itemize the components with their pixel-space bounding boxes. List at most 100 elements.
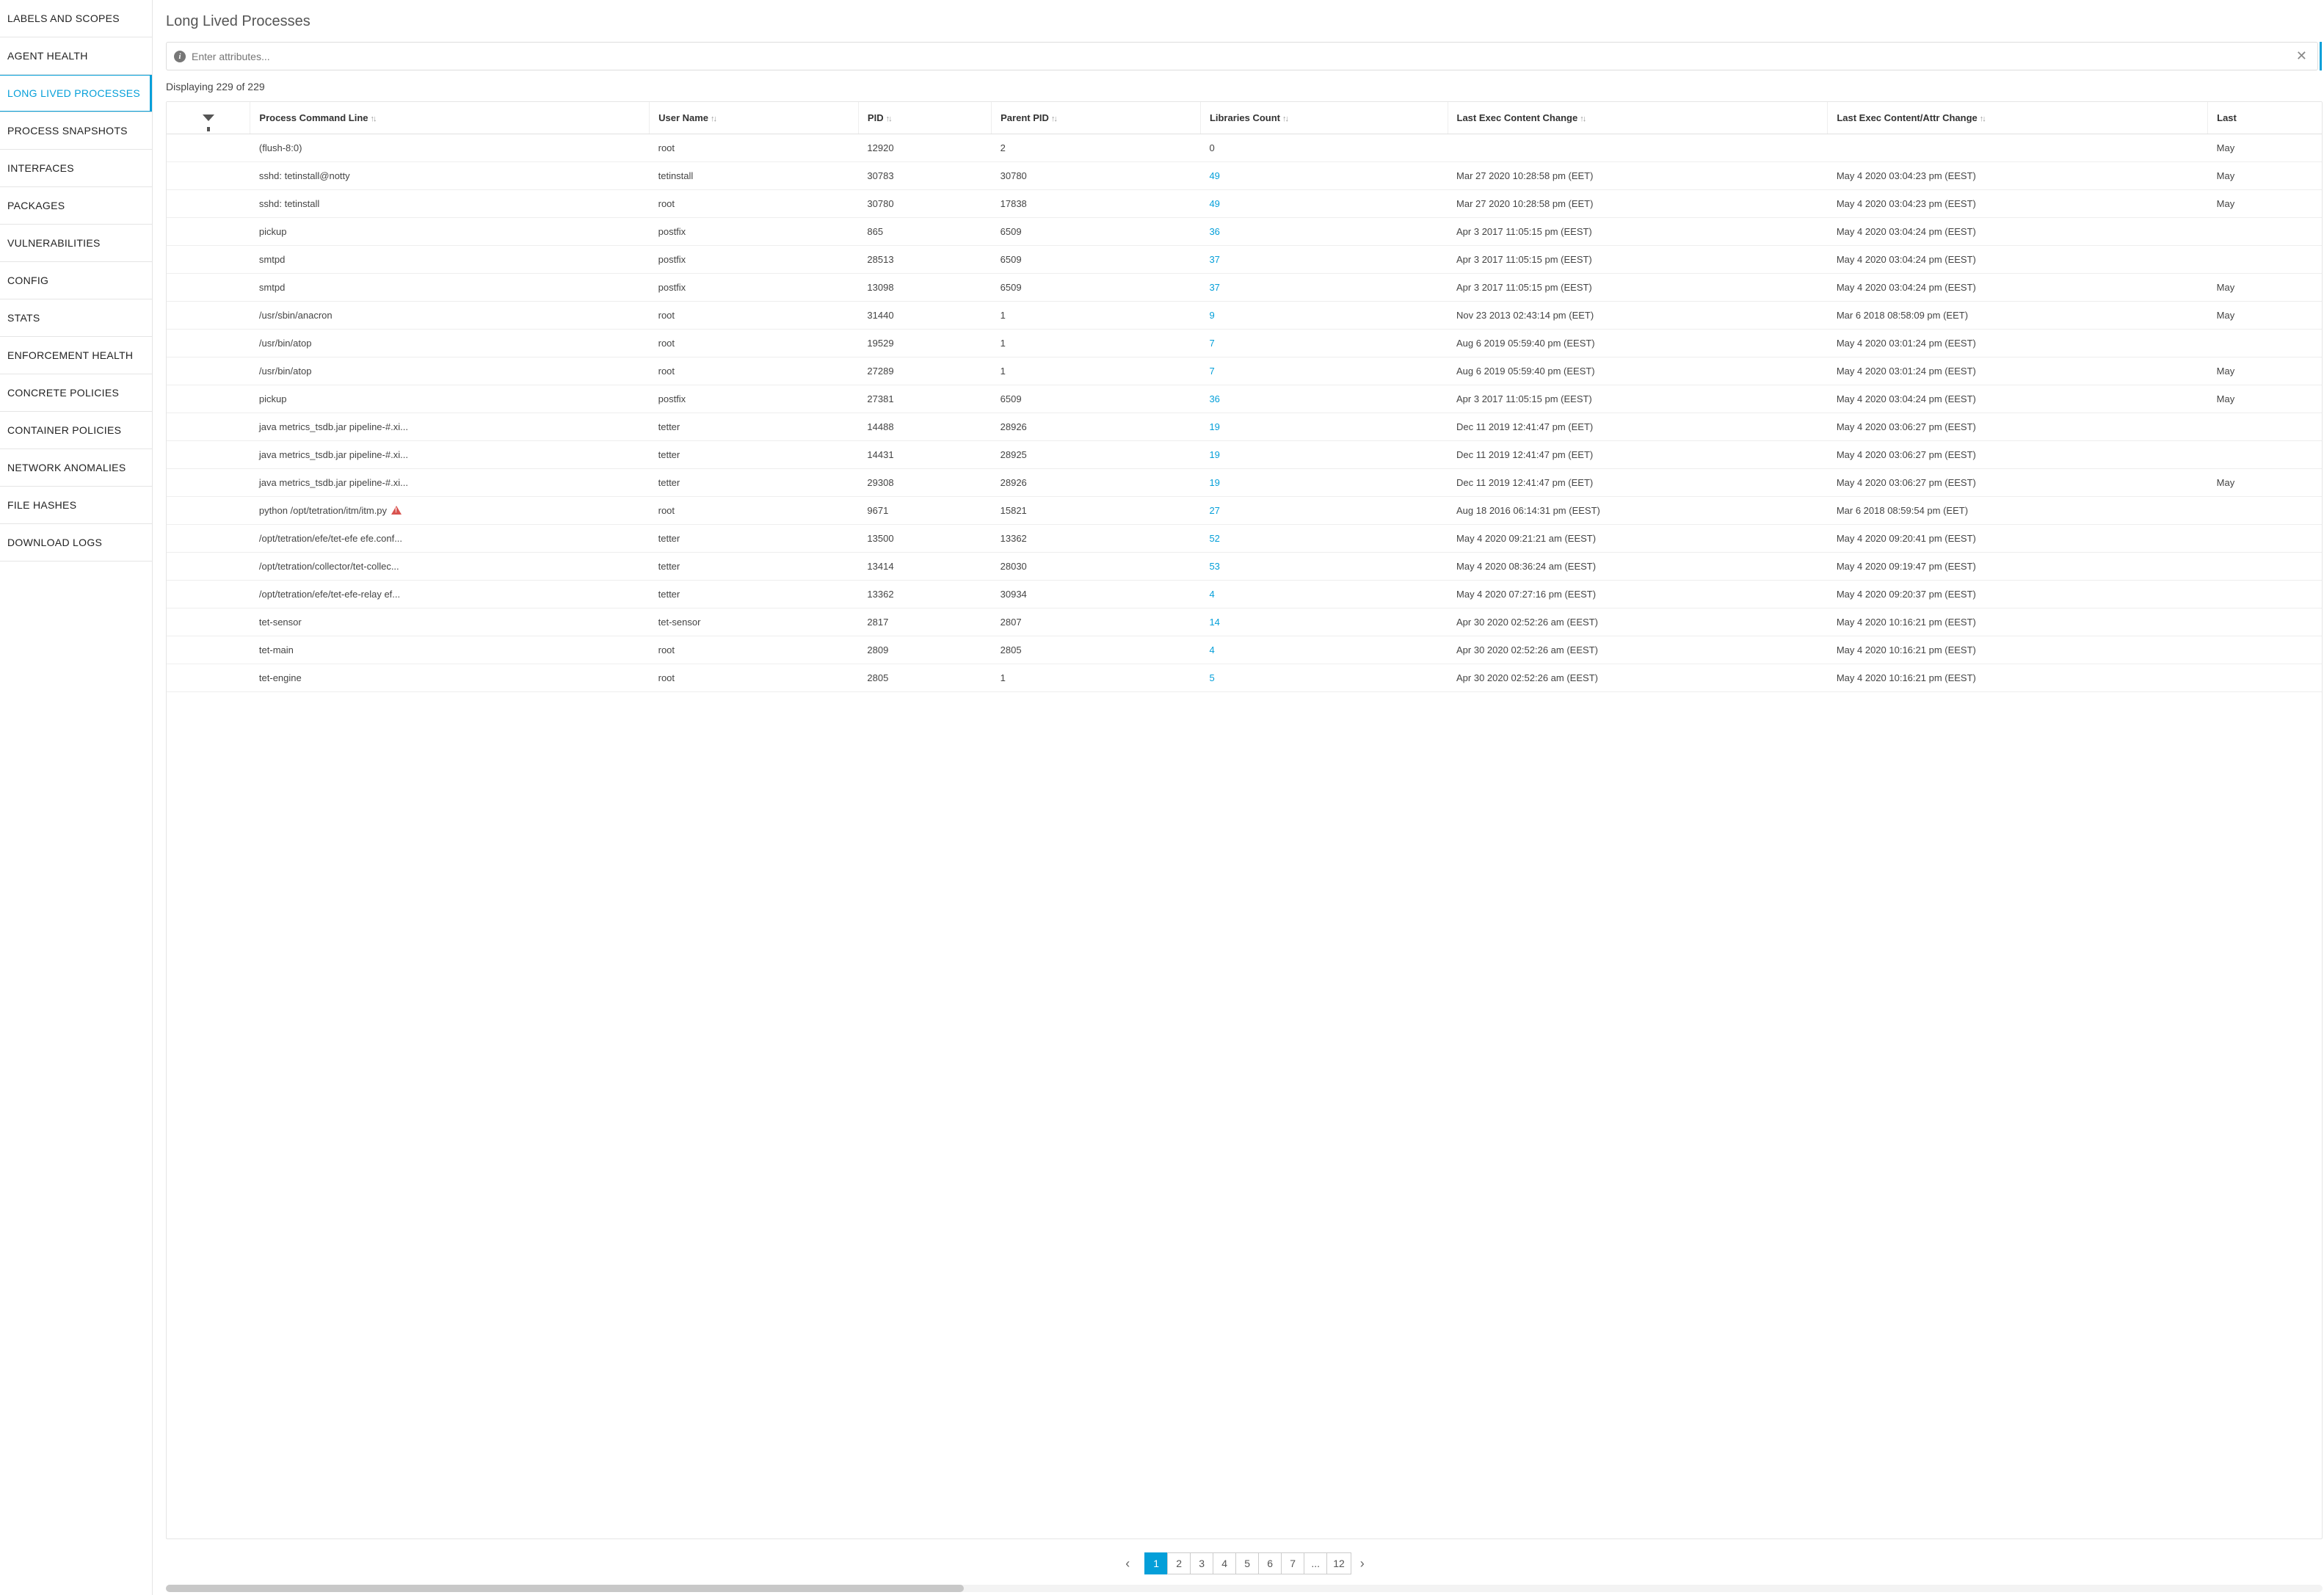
table-row[interactable]: /opt/tetration/collector/tet-collec...te… bbox=[167, 553, 2322, 581]
cell-user: root bbox=[650, 664, 859, 692]
scrollbar-thumb[interactable] bbox=[166, 1585, 964, 1592]
table-row[interactable]: pickuppostfix27381650936Apr 3 2017 11:05… bbox=[167, 385, 2322, 413]
cell-pid: 30783 bbox=[858, 162, 991, 190]
cell-last-exec-content: Apr 3 2017 11:05:15 pm (EEST) bbox=[1448, 218, 1828, 246]
cell-parent-pid: 1 bbox=[992, 330, 1201, 357]
cell-libraries-count[interactable]: 36 bbox=[1200, 218, 1448, 246]
sidebar-item-download-logs[interactable]: DOWNLOAD LOGS bbox=[0, 524, 152, 562]
cell-last-exec-attr: May 4 2020 09:20:37 pm (EEST) bbox=[1828, 581, 2208, 608]
filter-input[interactable] bbox=[192, 51, 2293, 62]
cell-command-line: java metrics_tsdb.jar pipeline-#.xi... bbox=[250, 413, 650, 441]
cell-last-exec-attr: May 4 2020 03:01:24 pm (EEST) bbox=[1828, 357, 2208, 385]
sidebar-item-vulnerabilities[interactable]: VULNERABILITIES bbox=[0, 225, 152, 262]
sidebar-item-labels-and-scopes[interactable]: LABELS AND SCOPES bbox=[0, 0, 152, 37]
next-page-icon[interactable]: › bbox=[1351, 1552, 1373, 1574]
page-button-7[interactable]: 7 bbox=[1281, 1552, 1304, 1574]
cell-libraries-count[interactable]: 37 bbox=[1200, 246, 1448, 274]
cell-parent-pid: 28926 bbox=[992, 469, 1201, 497]
table-row[interactable]: pickuppostfix865650936Apr 3 2017 11:05:1… bbox=[167, 218, 2322, 246]
cell-libraries-count[interactable]: 27 bbox=[1200, 497, 1448, 525]
sidebar-item-stats[interactable]: STATS bbox=[0, 299, 152, 337]
cell-last-exec-content: Dec 11 2019 12:41:47 pm (EET) bbox=[1448, 413, 1828, 441]
sidebar-item-long-lived-processes[interactable]: LONG LIVED PROCESSES bbox=[0, 75, 152, 112]
sidebar-item-packages[interactable]: PACKAGES bbox=[0, 187, 152, 225]
row-filter-cell bbox=[167, 134, 250, 162]
cell-libraries-count[interactable]: 37 bbox=[1200, 274, 1448, 302]
table-row[interactable]: python /opt/tetration/itm/itm.pyroot9671… bbox=[167, 497, 2322, 525]
sidebar-item-container-policies[interactable]: CONTAINER POLICIES bbox=[0, 412, 152, 449]
table-row[interactable]: tet-engineroot280515Apr 30 2020 02:52:26… bbox=[167, 664, 2322, 692]
table-row[interactable]: tet-sensortet-sensor2817280714Apr 30 202… bbox=[167, 608, 2322, 636]
cell-libraries-count[interactable]: 19 bbox=[1200, 413, 1448, 441]
cell-libraries-count[interactable]: 4 bbox=[1200, 636, 1448, 664]
cell-libraries-count[interactable]: 7 bbox=[1200, 330, 1448, 357]
cell-last-truncated: May bbox=[2208, 162, 2322, 190]
cell-libraries-count[interactable]: 49 bbox=[1200, 190, 1448, 218]
table-row[interactable]: /opt/tetration/efe/tet-efe-relay ef...te… bbox=[167, 581, 2322, 608]
cell-parent-pid: 6509 bbox=[992, 246, 1201, 274]
table-row[interactable]: smtpdpostfix13098650937Apr 3 2017 11:05:… bbox=[167, 274, 2322, 302]
horizontal-scrollbar[interactable] bbox=[166, 1585, 2323, 1592]
table-row[interactable]: java metrics_tsdb.jar pipeline-#.xi...te… bbox=[167, 469, 2322, 497]
cell-command-line: smtpd bbox=[250, 246, 650, 274]
table-row[interactable]: java metrics_tsdb.jar pipeline-#.xi...te… bbox=[167, 413, 2322, 441]
col-user-name[interactable]: User Name↑↓ bbox=[650, 102, 859, 134]
table-row[interactable]: sshd: tetinstall@nottytetinstall30783307… bbox=[167, 162, 2322, 190]
cell-command-line: python /opt/tetration/itm/itm.py bbox=[250, 497, 650, 525]
filter-bar[interactable]: i ✕ bbox=[166, 42, 2318, 70]
prev-page-icon[interactable]: ‹ bbox=[1116, 1552, 1139, 1574]
cell-libraries-count[interactable]: 19 bbox=[1200, 469, 1448, 497]
table-row[interactable]: /usr/sbin/anacronroot3144019Nov 23 2013 … bbox=[167, 302, 2322, 330]
col-last-exec-attr[interactable]: Last Exec Content/Attr Change↑↓ bbox=[1828, 102, 2208, 134]
table-row[interactable]: sshd: tetinstallroot307801783849Mar 27 2… bbox=[167, 190, 2322, 218]
cell-libraries-count[interactable]: 53 bbox=[1200, 553, 1448, 581]
sidebar-item-interfaces[interactable]: INTERFACES bbox=[0, 150, 152, 187]
col-parent-pid[interactable]: Parent PID↑↓ bbox=[992, 102, 1201, 134]
col-pid[interactable]: PID↑↓ bbox=[858, 102, 991, 134]
sidebar-item-agent-health[interactable]: AGENT HEALTH bbox=[0, 37, 152, 75]
cell-libraries-count[interactable]: 14 bbox=[1200, 608, 1448, 636]
cell-pid: 27289 bbox=[858, 357, 991, 385]
cell-libraries-count[interactable]: 4 bbox=[1200, 581, 1448, 608]
page-button-1[interactable]: 1 bbox=[1144, 1552, 1168, 1574]
cell-user: postfix bbox=[650, 218, 859, 246]
cell-last-exec-attr: May 4 2020 03:06:27 pm (EEST) bbox=[1828, 441, 2208, 469]
sidebar-item-process-snapshots[interactable]: PROCESS SNAPSHOTS bbox=[0, 112, 152, 150]
cell-parent-pid: 28925 bbox=[992, 441, 1201, 469]
cell-last-truncated bbox=[2208, 246, 2322, 274]
col-last-truncated[interactable]: Last bbox=[2208, 102, 2322, 134]
cell-user: tetter bbox=[650, 413, 859, 441]
table-row[interactable]: /opt/tetration/efe/tet-efe efe.conf...te… bbox=[167, 525, 2322, 553]
table-row[interactable]: (flush-8:0)root1292020May bbox=[167, 134, 2322, 162]
cell-libraries-count[interactable]: 7 bbox=[1200, 357, 1448, 385]
cell-libraries-count[interactable]: 19 bbox=[1200, 441, 1448, 469]
page-button-6[interactable]: 6 bbox=[1258, 1552, 1282, 1574]
page-button-5[interactable]: 5 bbox=[1235, 1552, 1259, 1574]
cell-libraries-count[interactable]: 36 bbox=[1200, 385, 1448, 413]
sidebar-item-enforcement-health[interactable]: ENFORCEMENT HEALTH bbox=[0, 337, 152, 374]
row-filter-cell bbox=[167, 636, 250, 664]
cell-libraries-count[interactable]: 5 bbox=[1200, 664, 1448, 692]
table-row[interactable]: /usr/bin/atoproot1952917Aug 6 2019 05:59… bbox=[167, 330, 2322, 357]
table-row[interactable]: tet-mainroot280928054Apr 30 2020 02:52:2… bbox=[167, 636, 2322, 664]
col-last-exec-content[interactable]: Last Exec Content Change↑↓ bbox=[1448, 102, 1828, 134]
sidebar-item-file-hashes[interactable]: FILE HASHES bbox=[0, 487, 152, 524]
col-command-line[interactable]: Process Command Line↑↓ bbox=[250, 102, 650, 134]
sidebar-item-network-anomalies[interactable]: NETWORK ANOMALIES bbox=[0, 449, 152, 487]
page-button-4[interactable]: 4 bbox=[1213, 1552, 1236, 1574]
filter-column-header[interactable] bbox=[167, 102, 250, 134]
page-button-12[interactable]: 12 bbox=[1326, 1552, 1351, 1574]
page-button-3[interactable]: 3 bbox=[1190, 1552, 1213, 1574]
col-libraries-count[interactable]: Libraries Count↑↓ bbox=[1200, 102, 1448, 134]
table-row[interactable]: smtpdpostfix28513650937Apr 3 2017 11:05:… bbox=[167, 246, 2322, 274]
sidebar-item-config[interactable]: CONFIG bbox=[0, 262, 152, 299]
cell-libraries-count[interactable]: 49 bbox=[1200, 162, 1448, 190]
sidebar-item-concrete-policies[interactable]: CONCRETE POLICIES bbox=[0, 374, 152, 412]
table-row[interactable]: java metrics_tsdb.jar pipeline-#.xi...te… bbox=[167, 441, 2322, 469]
cell-libraries-count[interactable]: 52 bbox=[1200, 525, 1448, 553]
page-button-2[interactable]: 2 bbox=[1167, 1552, 1191, 1574]
table-row[interactable]: /usr/bin/atoproot2728917Aug 6 2019 05:59… bbox=[167, 357, 2322, 385]
cell-libraries-count[interactable]: 9 bbox=[1200, 302, 1448, 330]
clear-filter-icon[interactable]: ✕ bbox=[2293, 48, 2310, 64]
sort-icon: ↑↓ bbox=[711, 115, 716, 123]
